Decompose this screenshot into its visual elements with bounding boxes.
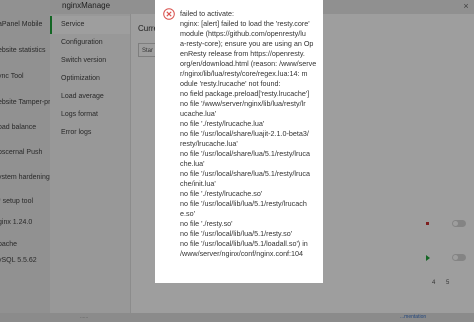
error-line: resty/lrucache.lua' xyxy=(180,139,238,148)
error-line: e.so' xyxy=(180,209,195,218)
error-line: no file '/www/server/nginx/lib/lua/resty… xyxy=(180,99,306,108)
error-line: /www/server/nginx/conf/nginx.conf:104 xyxy=(180,249,304,258)
error-line: no file '/usr/local/lib/lua/5.1/loadall.… xyxy=(180,239,308,248)
error-line: no file './resty/lrucache.so' xyxy=(180,189,263,198)
error-line: no file '/usr/local/lib/lua/5.1/resty/lr… xyxy=(180,199,307,208)
error-line: a-resty-core); ensure you are using an O… xyxy=(180,39,314,48)
error-alert-dialog: failed to activate: nginx: [alert] faile… xyxy=(155,0,323,283)
error-line: enResty release from https://openresty. xyxy=(180,49,305,58)
error-line: ucache.lua' xyxy=(180,109,217,118)
error-line: odule 'resty.lrucache' not found: xyxy=(180,79,281,88)
error-line: che/init.lua' xyxy=(180,179,216,188)
error-message: failed to activate: nginx: [alert] faile… xyxy=(180,9,320,259)
error-line: che.lua' xyxy=(180,159,205,168)
error-line: failed to activate: xyxy=(180,9,234,18)
error-line: no file '/usr/local/share/lua/5.1/resty/… xyxy=(180,169,311,178)
error-line: no file '/usr/local/share/lua/5.1/resty/… xyxy=(180,149,311,158)
error-line: module (https://github.com/openresty/lu xyxy=(180,29,306,38)
error-line: no file '/usr/local/share/luajit-2.1.0-b… xyxy=(180,129,309,138)
error-line: org/en/download.html (reason: /www/serve xyxy=(180,59,317,68)
error-line: no file './resty/lrucache.lua' xyxy=(180,119,265,128)
error-line: no file '/usr/local/lib/lua/5.1/resty.so… xyxy=(180,229,293,238)
error-line: r/nginx/lib/lua/resty/core/regex.lua:14:… xyxy=(180,69,308,78)
error-line: no field package.preload['resty.lrucache… xyxy=(180,89,310,98)
error-circle-icon xyxy=(163,8,175,20)
error-line: nginx: [alert] failed to load the 'resty… xyxy=(180,19,310,28)
error-line: no file './resty.so' xyxy=(180,219,233,228)
